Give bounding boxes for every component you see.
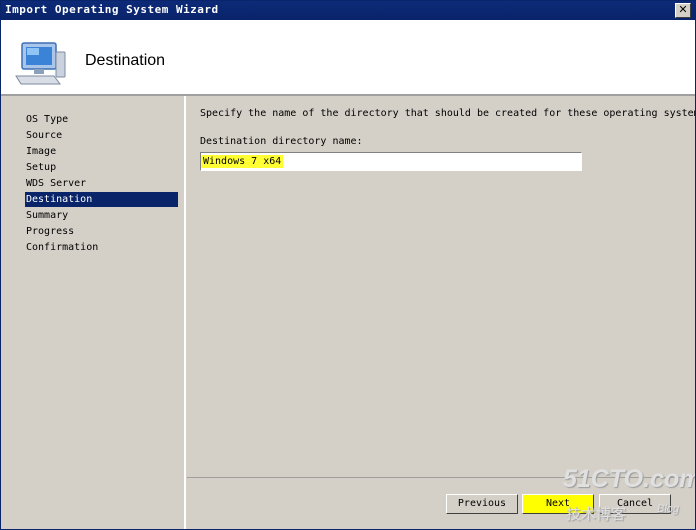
step-source[interactable]: Source (25, 128, 178, 143)
previous-button[interactable]: Previous (446, 494, 518, 514)
step-destination[interactable]: Destination (25, 192, 178, 207)
step-wds-server[interactable]: WDS Server (25, 176, 178, 191)
watermark-blog: Blog (657, 503, 680, 515)
step-summary[interactable]: Summary (25, 208, 178, 223)
title-bar: Import Operating System Wizard ✕ (1, 1, 695, 20)
close-button[interactable]: ✕ (675, 3, 691, 18)
step-setup[interactable]: Setup (25, 160, 178, 175)
window-title: Import Operating System Wizard (5, 3, 219, 16)
wizard-window: Import Operating System Wizard ✕ Destina… (0, 0, 696, 530)
step-confirmation[interactable]: Confirmation (25, 240, 178, 255)
page-title: Destination (85, 52, 166, 69)
step-progress[interactable]: Progress (25, 224, 178, 239)
step-image[interactable]: Image (25, 144, 178, 159)
step-os-type[interactable]: OS Type (25, 112, 178, 127)
instruction-text: Specify the name of the directory that s… (200, 108, 695, 119)
wizard-steps-sidebar: OS Type Source Image Setup WDS Server De… (1, 96, 186, 529)
main-panel: Specify the name of the directory that s… (187, 96, 695, 476)
destination-directory-label: Destination directory name: (200, 136, 363, 147)
destination-directory-value: Windows 7 x64 (201, 155, 284, 168)
watermark-blog-cn: 技术博客 (566, 506, 627, 523)
watermark-51cto: 51CTO.com (563, 465, 696, 493)
destination-directory-input[interactable]: Windows 7 x64 (200, 152, 582, 171)
computer-icon (15, 42, 66, 85)
wizard-header: Destination (1, 20, 695, 96)
